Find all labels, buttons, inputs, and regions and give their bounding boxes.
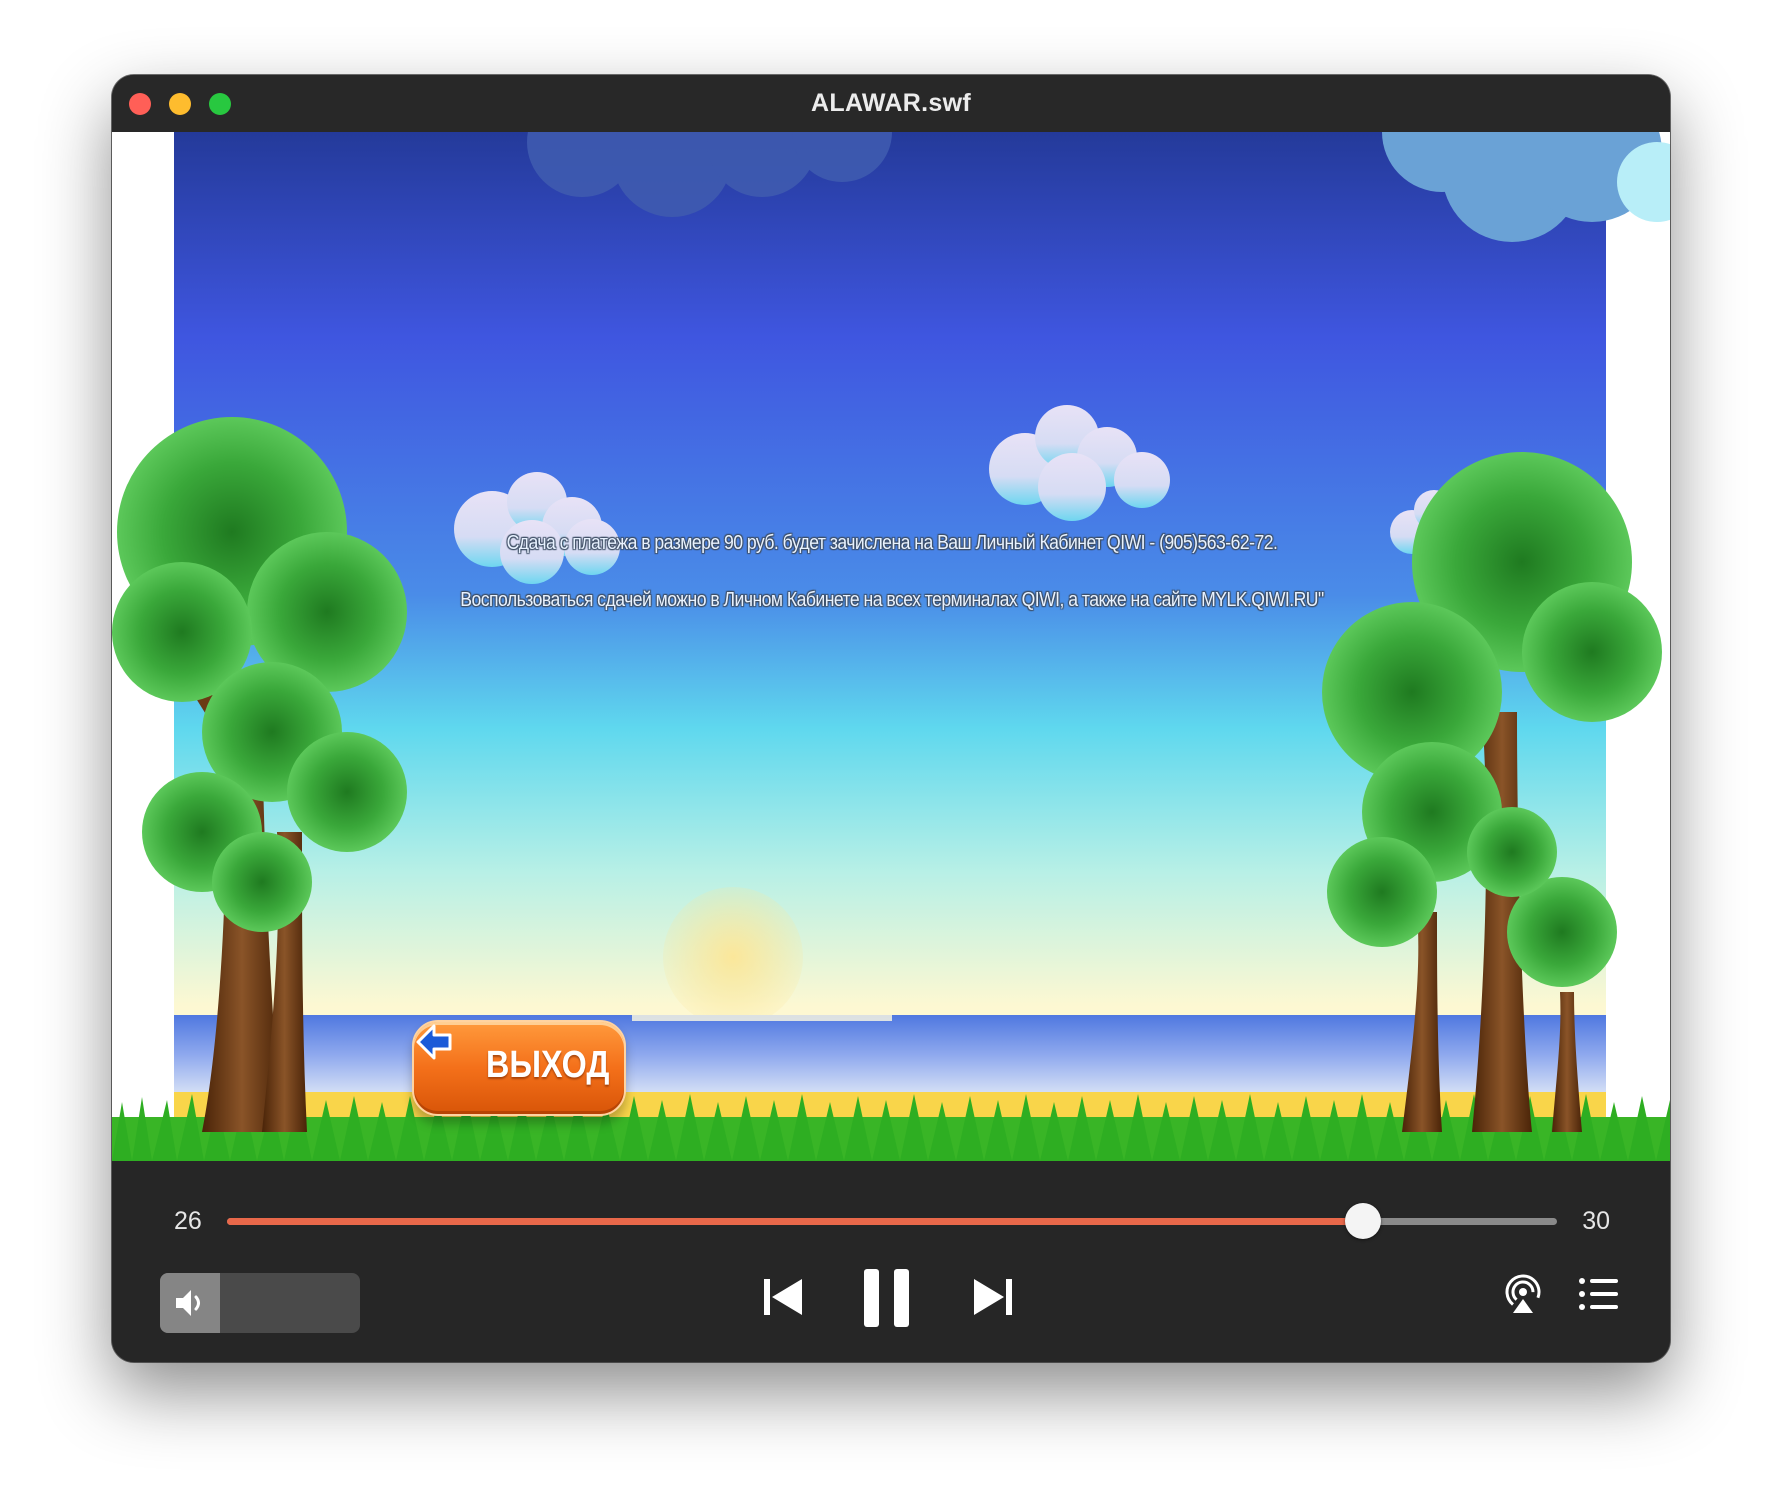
- list-icon[interactable]: [1578, 1277, 1620, 1311]
- window-title: ALAWAR.swf: [811, 89, 971, 117]
- current-time: 26: [174, 1207, 202, 1235]
- back-arrow-icon: [416, 1024, 452, 1060]
- exit-button[interactable]: ВЫХОД: [412, 1020, 626, 1116]
- airplay-icon[interactable]: [1502, 1273, 1544, 1315]
- playback-controls: 26 30: [112, 1161, 1670, 1362]
- flash-content[interactable]: Сдача с платежа в размере 90 руб. будет …: [112, 132, 1670, 1161]
- usage-message: Воспользоваться сдачей можно в Личном Ка…: [460, 589, 1324, 611]
- exit-button-label: ВЫХОД: [486, 1044, 610, 1086]
- game-scene: [112, 132, 1670, 1161]
- volume-slider[interactable]: [160, 1273, 360, 1333]
- change-message: Сдача с платежа в размере 90 руб. будет …: [506, 532, 1278, 554]
- progress-thumb[interactable]: [1344, 1203, 1381, 1239]
- speaker-icon: [176, 1290, 200, 1316]
- progress-fill: [227, 1218, 1363, 1225]
- title-bar[interactable]: ALAWAR.swf: [112, 75, 1670, 132]
- pause-icon[interactable]: [862, 1267, 912, 1329]
- player-window: ALAWAR.swf Сдача с платежа в размере 90 …: [112, 75, 1670, 1362]
- total-time: 30: [1582, 1207, 1610, 1235]
- skip-back-icon[interactable]: [762, 1277, 806, 1317]
- skip-forward-icon[interactable]: [970, 1277, 1014, 1317]
